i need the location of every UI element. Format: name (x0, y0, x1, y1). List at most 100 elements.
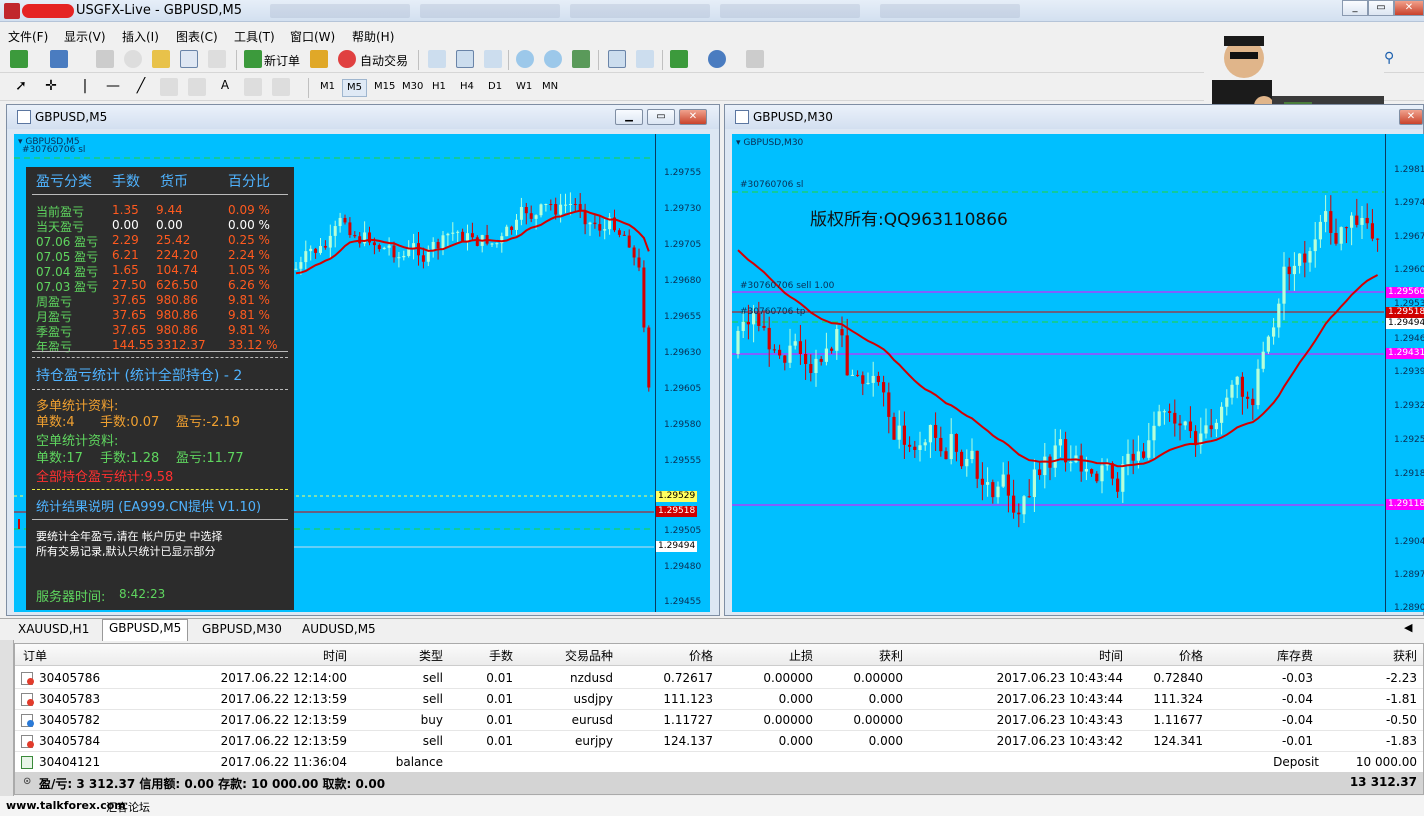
new-chart-icon[interactable] (10, 50, 28, 68)
header-col-2[interactable]: 类型 (419, 647, 443, 664)
close-button[interactable]: ✕ (1394, 0, 1424, 16)
tf-m30[interactable]: M30 (398, 79, 427, 97)
horizontal-line-icon[interactable]: — (104, 78, 122, 96)
profiles-icon[interactable] (50, 50, 68, 68)
market-watch-icon[interactable] (96, 50, 114, 68)
price-tag-bid: 1.29518 (656, 506, 698, 517)
line-chart-icon[interactable] (484, 50, 502, 68)
tab-gbpusd-m5[interactable]: GBPUSD,M5 (102, 619, 189, 641)
zoom-in-icon[interactable] (516, 50, 534, 68)
arrows-icon[interactable] (272, 78, 290, 96)
candle-body (294, 268, 298, 270)
menu-view[interactable]: 显示(V) (64, 28, 106, 45)
price-chart-m30[interactable]: ▾ GBPUSD,M30 #30760706 sl #30760706 sell… (732, 134, 1424, 612)
maximize-button[interactable]: ▭ (1368, 0, 1394, 16)
tf-m15[interactable]: M15 (370, 79, 399, 97)
table-row[interactable]: 30405786 2017.06.22 12:14:00 sell 0.01 nzdus… (15, 668, 1423, 689)
metaeditor-icon[interactable] (310, 50, 328, 68)
vertical-line-icon[interactable]: | (76, 78, 94, 96)
tab-xauusd-h1[interactable]: XAUUSD,H1 (12, 621, 95, 637)
chart-close-button[interactable]: ✕ (1399, 109, 1423, 125)
header-col-9[interactable]: 价格 (1179, 647, 1203, 664)
header-col-3[interactable]: 手数 (489, 647, 513, 664)
header-col-8[interactable]: 时间 (1099, 647, 1123, 664)
auto-trade-icon[interactable] (338, 50, 356, 68)
header-col-0[interactable]: 订单 (23, 647, 47, 664)
terminal-icon[interactable] (180, 50, 198, 68)
chart-close-button[interactable]: ✕ (679, 109, 707, 125)
new-order-icon[interactable] (244, 50, 262, 68)
menu-file[interactable]: 文件(F) (8, 28, 48, 45)
zoom-out-icon[interactable] (544, 50, 562, 68)
cell-3: 0.01 (486, 692, 513, 706)
candlestick-icon[interactable] (456, 50, 474, 68)
header-col-6[interactable]: 止损 (789, 647, 813, 664)
header-col-1[interactable]: 时间 (323, 647, 347, 664)
price-tag-t3: 1.29494 (1386, 318, 1424, 329)
table-header: 订单 时间 类型 手数 交易品种 价格 止损 获利 时间 价格 库存费 获利 (15, 644, 1423, 666)
new-order-button[interactable]: 新订单 (264, 52, 300, 69)
bar-chart-icon[interactable] (428, 50, 446, 68)
candle-body (1012, 495, 1016, 513)
tf-d1[interactable]: D1 (484, 79, 506, 97)
channel-icon[interactable] (160, 78, 178, 96)
chart-minimize-button[interactable]: ▁ (615, 109, 643, 125)
search-icon[interactable]: ⚲ (1384, 50, 1402, 68)
table-row[interactable]: 30405784 2017.06.22 12:13:59 sell 0.01 eurjp… (15, 731, 1423, 752)
trendline-icon[interactable]: ╱ (132, 78, 150, 96)
chart-restore-button[interactable]: ▭ (647, 109, 675, 125)
tab-audusd-m5[interactable]: AUDUSD,M5 (296, 621, 382, 637)
tf-h4[interactable]: H4 (456, 79, 478, 97)
menu-insert[interactable]: 插入(I) (122, 28, 159, 45)
tf-h1[interactable]: H1 (428, 79, 450, 97)
cursor-icon[interactable]: ➚ (12, 78, 30, 96)
tabs-scroll-icon[interactable]: ◀ (1404, 621, 1412, 634)
cell-comment: Deposit (1273, 755, 1319, 769)
tile-windows-icon[interactable] (572, 50, 590, 68)
periods-icon[interactable] (708, 50, 726, 68)
panel-cell-pct: 9.81 % (228, 293, 270, 307)
table-row-balance[interactable]: 30404121 2017.06.22 11:36:04 balance Dep… (15, 752, 1423, 773)
cell-time: 2017.06.22 11:36:04 (220, 755, 347, 769)
label-tool-icon[interactable] (244, 78, 262, 96)
chart-shift-icon[interactable] (608, 50, 626, 68)
tf-mn[interactable]: MN (538, 79, 562, 97)
header-col-4[interactable]: 交易品种 (565, 647, 613, 664)
candle-body (882, 382, 886, 393)
price-tag-t2: 1.29518 (1386, 307, 1424, 318)
tester-icon[interactable] (208, 50, 226, 68)
tf-w1[interactable]: W1 (512, 79, 536, 97)
price-tick: 1.29555 (664, 456, 702, 466)
candle-body (918, 445, 922, 450)
indicators-icon[interactable] (670, 50, 688, 68)
candle-body (441, 235, 445, 249)
fibonacci-icon[interactable] (188, 78, 206, 96)
header-col-7[interactable]: 获利 (879, 647, 903, 664)
panel-cell-pct: 33.12 % (228, 338, 278, 352)
menu-tools[interactable]: 工具(T) (234, 28, 275, 45)
auto-trade-button[interactable]: 自动交易 (360, 52, 408, 69)
tf-m5[interactable]: M5 (342, 79, 367, 97)
menu-window[interactable]: 窗口(W) (290, 28, 335, 45)
candle-body (845, 335, 849, 376)
crosshair-icon[interactable] (124, 50, 142, 68)
candle-body (1053, 445, 1057, 468)
crosshair-tool-icon[interactable]: ✛ (42, 78, 60, 96)
table-row[interactable]: 30405782 2017.06.22 12:13:59 buy 0.01 eurusd… (15, 710, 1423, 731)
header-col-5[interactable]: 价格 (689, 647, 713, 664)
minimize-button[interactable]: _ (1342, 0, 1368, 16)
tf-m1[interactable]: M1 (316, 79, 339, 97)
header-col-11[interactable]: 获利 (1393, 647, 1417, 664)
autoscroll-icon[interactable] (636, 50, 654, 68)
text-tool-icon[interactable]: A (216, 78, 234, 96)
tab-gbpusd-m30[interactable]: GBPUSD,M30 (196, 621, 288, 637)
candle-body (1318, 221, 1322, 240)
templates-icon[interactable] (746, 50, 764, 68)
navigator-icon[interactable] (152, 50, 170, 68)
table-row[interactable]: 30405783 2017.06.22 12:13:59 sell 0.01 usdjp… (15, 689, 1423, 710)
menu-chart[interactable]: 图表(C) (176, 28, 218, 45)
header-col-10[interactable]: 库存费 (1277, 647, 1313, 664)
panel-header-lots: 手数 (112, 174, 140, 190)
cell-9: 1.11677 (1153, 713, 1203, 727)
menu-help[interactable]: 帮助(H) (352, 28, 394, 45)
